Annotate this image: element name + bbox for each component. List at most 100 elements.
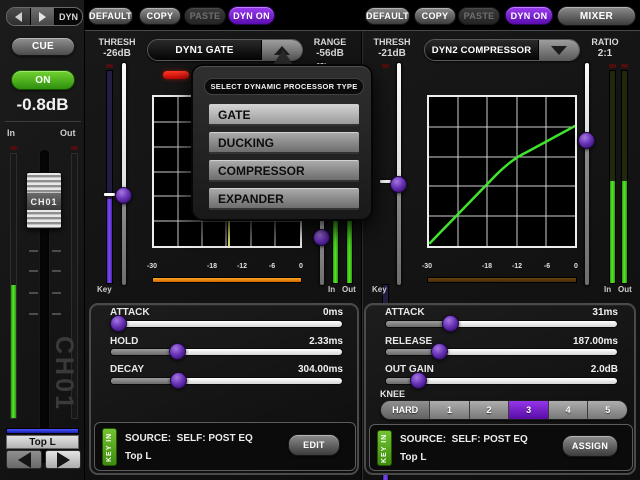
dyn1-attack-knob[interactable]: [110, 315, 127, 332]
popup-option-ducking[interactable]: DUCKING: [209, 132, 359, 154]
dyn2-in-meter: [609, 70, 616, 284]
channel-name-box[interactable]: Top L: [6, 435, 79, 449]
dyn2-keyin-source: SOURCE: SELF: POST EQ: [400, 434, 528, 445]
popup-title: SELECT DYNAMIC PROCESSOR TYPE: [204, 78, 364, 95]
fader-cap[interactable]: CH01: [26, 172, 62, 229]
next-channel-big-button[interactable]: [45, 450, 81, 469]
channel-ghost-label: CH01: [52, 300, 78, 448]
knee-option-2[interactable]: 2: [469, 401, 509, 419]
dyn2-scale-tick: -30: [417, 263, 437, 270]
dyn2-selector-expand[interactable]: [538, 40, 579, 60]
dyn2-keyin-assign-button[interactable]: ASSIGN: [562, 435, 618, 457]
fader-tick: [52, 270, 61, 272]
dyn2-scale-tick: -6: [539, 263, 555, 270]
dyn1-keyin-edit-button[interactable]: EDIT: [288, 434, 340, 456]
dyn2-attack-slider[interactable]: [385, 320, 618, 328]
channel-name: Top L: [29, 437, 55, 448]
dyn1-default-button[interactable]: DEFAULT: [88, 7, 133, 25]
fader-cap-band: CH01: [27, 193, 61, 210]
dyn2-release-slider[interactable]: [385, 348, 618, 356]
popup-option-compressor[interactable]: COMPRESSOR: [209, 160, 359, 182]
dyn1-scale-tick: -18: [202, 263, 222, 270]
dyn1-hold-slider[interactable]: [110, 348, 343, 356]
prev-channel-big-button[interactable]: [6, 450, 42, 469]
dyn1-scale-tick: 0: [294, 263, 308, 270]
channel-strip: DYN CUE ON -0.8dB In Out CH01: [0, 0, 85, 480]
knee-option-3[interactable]: 3: [508, 401, 548, 419]
dyn2-default-button[interactable]: DEFAULT: [365, 7, 410, 25]
dyn2-type-selector[interactable]: DYN2 COMPRESSOR: [424, 39, 580, 61]
dyn1-paste-button[interactable]: PASTE: [184, 7, 226, 25]
dyn1-decay-slider[interactable]: [110, 377, 343, 385]
dyn1-thresh-knob[interactable]: [115, 187, 132, 204]
dyn2-in-fill: [610, 181, 615, 283]
dyn2-ratio-slider[interactable]: [584, 62, 590, 286]
dyn1-scale-tick: -6: [264, 263, 280, 270]
dyn2-thresh-label: THRESH: [367, 37, 417, 47]
dyn2-release-label: RELEASE: [385, 336, 432, 347]
dyn1-attack-slider[interactable]: [110, 320, 343, 328]
dyn2-thresh-knob[interactable]: [390, 176, 407, 193]
popup-option-gate[interactable]: GATE: [209, 104, 359, 126]
knee-option-5[interactable]: 5: [587, 401, 627, 419]
dyn1-hold-knob[interactable]: [169, 343, 186, 360]
next-channel-button[interactable]: [31, 8, 55, 25]
cue-button[interactable]: CUE: [11, 37, 75, 56]
in-level-meter: [10, 153, 17, 419]
dyn2-attack-knob[interactable]: [442, 315, 459, 332]
fader-tick: [29, 270, 38, 272]
dyn2-keyin-box: KEY IN SOURCE: SELF: POST EQ Top L ASSIG…: [369, 424, 633, 471]
dyn1-thresh-value: -26dB: [92, 48, 142, 59]
in-clip-indicator: [10, 146, 17, 150]
fader-cap-top: [27, 173, 61, 193]
fader-tick: [29, 313, 38, 315]
knee-option-1[interactable]: 1: [429, 401, 469, 419]
dyn1-thresh-label: THRESH: [92, 37, 142, 47]
dyn2-on-button[interactable]: DYN ON: [505, 6, 553, 25]
dyn2-knee-selector: HARD 1 2 3 4 5: [380, 400, 628, 420]
processor-type-popup: SELECT DYNAMIC PROCESSOR TYPE GATE DUCKI…: [191, 64, 373, 221]
fader-tick: [52, 250, 61, 252]
dyn1-scale-tick: -30: [142, 263, 162, 270]
knee-option-4[interactable]: 4: [548, 401, 588, 419]
prev-channel-button[interactable]: [7, 8, 31, 25]
dyn2-release-knob[interactable]: [431, 343, 448, 360]
dyn1-range-value: -56dB: [305, 48, 355, 59]
dyn2-scale-tick: -12: [507, 263, 527, 270]
popup-option-expander[interactable]: EXPANDER: [209, 188, 359, 210]
dyn2-thresh-slider[interactable]: [396, 62, 402, 286]
dyn2-out-clip: [621, 64, 628, 68]
dyn1-copy-button[interactable]: COPY: [139, 7, 181, 25]
dyn1-key-clip: [106, 64, 113, 68]
dyn2-keyin-tab-label: KEY IN: [378, 431, 391, 465]
dyn2-attack-value: 31ms: [478, 307, 618, 318]
dyn1-range-knob[interactable]: [313, 229, 330, 246]
dyn2-graph: [427, 95, 577, 248]
dyn2-out-fill: [622, 181, 627, 283]
dyn1-out-label: Out: [342, 285, 356, 294]
dyn2-outgain-label: OUT GAIN: [385, 364, 434, 375]
dyn2-knee-label: KNEE: [380, 389, 405, 399]
compressor-curve: [430, 126, 575, 243]
dyn1-hold-value: 2.33ms: [203, 336, 343, 347]
dyn1-on-button[interactable]: DYN ON: [228, 6, 275, 25]
dyn2-attack-label: ATTACK: [385, 307, 425, 318]
knee-option-hard[interactable]: HARD: [381, 401, 429, 419]
right-arrow-icon: [39, 12, 46, 22]
dyn2-release-value: 187.00ms: [478, 336, 618, 347]
dyn2-copy-button[interactable]: COPY: [414, 7, 456, 25]
dyn1-decay-knob[interactable]: [170, 372, 187, 389]
on-button[interactable]: ON: [11, 70, 75, 90]
left-arrow-icon: [18, 452, 31, 468]
mixer-button[interactable]: MIXER: [557, 6, 636, 26]
dyn2-outgain-knob[interactable]: [410, 372, 427, 389]
dyn1-decay-value: 304.00ms: [203, 364, 343, 375]
dyn2-key-label: Key: [372, 285, 387, 294]
dyn2-out-meter: [621, 70, 628, 284]
out-clip-indicator: [71, 146, 78, 150]
dyn1-thresh-slider[interactable]: [121, 62, 127, 286]
dyn2-scale-tick: 0: [569, 263, 583, 270]
dyn2-ratio-knob[interactable]: [578, 132, 595, 149]
dyn2-paste-button[interactable]: PASTE: [458, 7, 500, 25]
dyn1-decay-label: DECAY: [110, 364, 144, 375]
